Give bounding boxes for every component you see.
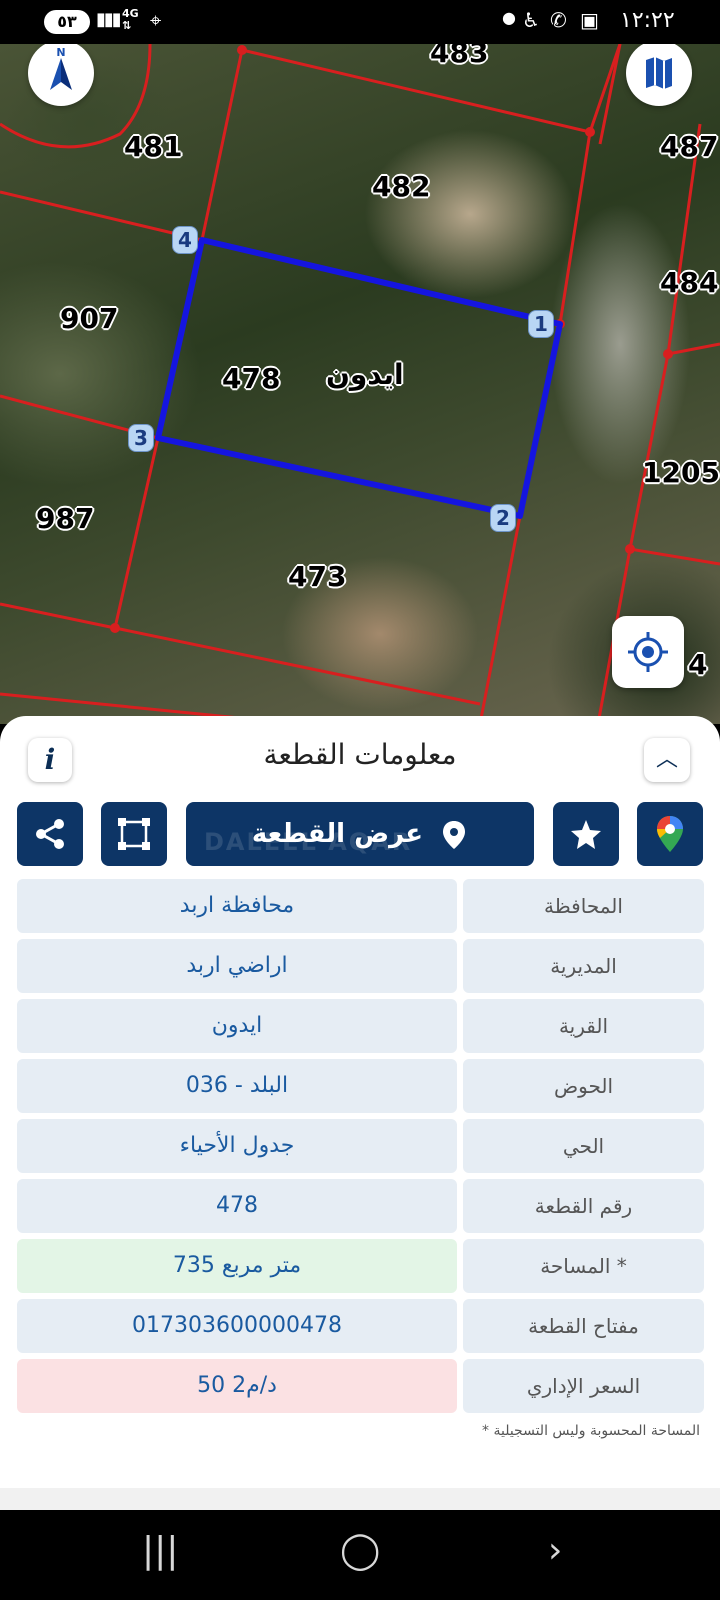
clock: ١٢:٢٢ xyxy=(620,8,675,33)
show-parcel-label: عرض القطعة xyxy=(251,819,424,849)
share-button[interactable] xyxy=(17,802,83,866)
sheet-title: معلومات القطعة xyxy=(263,738,457,771)
row-value: 017303600000478 xyxy=(17,1299,457,1353)
area-footnote: * المساحة المحسوبة وليس التسجيلية xyxy=(482,1423,700,1439)
row-value: 735 متر مربع xyxy=(17,1239,457,1293)
parcel-info-sheet: i معلومات القطعة ︿ DALEEL AQAR عرض القطع… xyxy=(0,716,720,1508)
parcel-info-table: محافظة اربد المحافظة اراضي اربد المديرية ايد… xyxy=(17,879,704,1419)
vertex-marker-1[interactable]: 1 xyxy=(528,310,554,338)
share-icon xyxy=(36,819,64,849)
screenshot-icon: ▣ xyxy=(580,8,599,32)
crosshair-icon xyxy=(628,632,668,672)
compass-button[interactable]: N xyxy=(28,44,94,106)
location-pin-icon xyxy=(443,820,466,849)
parcel-label-478: 478 xyxy=(222,362,281,395)
chevron-up-icon: ︿ xyxy=(655,747,678,772)
show-parcel-button[interactable]: DALEEL AQAR عرض القطعة xyxy=(186,802,534,866)
system-nav-bar: ||| ◯ › xyxy=(0,1510,720,1600)
row-label: السعر الإداري xyxy=(463,1359,704,1413)
north-arrow-icon: N xyxy=(50,46,72,90)
parcel-label-987: 987 xyxy=(36,502,95,535)
table-row: ايدون القرية xyxy=(17,999,704,1053)
info-icon: i xyxy=(44,743,56,776)
row-value: 50 د/م2 xyxy=(17,1359,457,1413)
parcel-label-482: 482 xyxy=(372,170,431,203)
back-icon[interactable]: › xyxy=(548,1530,562,1571)
table-row: 735 متر مربع المساحة * xyxy=(17,1239,704,1293)
map-layers-button[interactable] xyxy=(626,44,692,106)
collapse-button[interactable]: ︿ xyxy=(644,738,690,782)
parcel-label-487: 487 xyxy=(660,130,719,163)
row-label: المساحة * xyxy=(463,1239,704,1293)
table-row: 50 د/م2 السعر الإداري xyxy=(17,1359,704,1413)
polygon-shape-icon xyxy=(118,818,150,850)
satellite-map[interactable]: 483 481 482 487 484 907 478 ايدون 1205 9… xyxy=(0,44,720,724)
star-icon xyxy=(571,820,601,849)
map-icon xyxy=(646,57,672,89)
home-icon[interactable]: ◯ xyxy=(340,1530,380,1571)
whatsapp-icon: ✆ xyxy=(550,8,567,32)
bottom-tab-strip xyxy=(0,1488,720,1512)
svg-text:N: N xyxy=(56,46,65,59)
row-value: البلد - 036 xyxy=(17,1059,457,1113)
notification-dot-icon: ● xyxy=(502,8,516,27)
village-label: ايدون xyxy=(326,358,404,391)
row-value: جدول الأحياء xyxy=(17,1119,457,1173)
network-type: 4G ⇅ xyxy=(122,7,139,32)
sheet-header: i معلومات القطعة ︿ xyxy=(0,716,720,786)
parcel-label-483: 483 xyxy=(430,44,489,69)
draw-parcel-button[interactable] xyxy=(101,802,167,866)
signal-icon: ▮▮▮ xyxy=(96,9,122,30)
accessibility-icon: ♿ xyxy=(522,8,540,32)
row-label: الحوض xyxy=(463,1059,704,1113)
status-bar: ٥٣ ▮▮▮ 4G ⇅ ⌖ ● ♿ ✆ ▣ ١٢:٢٢ xyxy=(0,0,720,44)
parcel-label-1205: 1205 xyxy=(642,456,720,489)
table-row: محافظة اربد المحافظة xyxy=(17,879,704,933)
parcel-label-edge: 4 xyxy=(688,648,708,681)
parcel-label-481: 481 xyxy=(124,130,183,163)
row-label: المديرية xyxy=(463,939,704,993)
row-label: القرية xyxy=(463,999,704,1053)
row-label: المحافظة xyxy=(463,879,704,933)
vertex-marker-3[interactable]: 3 xyxy=(128,424,154,452)
row-value: محافظة اربد xyxy=(17,879,457,933)
my-location-button[interactable] xyxy=(612,616,684,688)
table-row: جدول الأحياء الحي xyxy=(17,1119,704,1173)
row-value: ايدون xyxy=(17,999,457,1053)
row-label: الحي xyxy=(463,1119,704,1173)
row-label: رقم القطعة xyxy=(463,1179,704,1233)
vertex-marker-2[interactable]: 2 xyxy=(490,504,516,532)
row-value: 478 xyxy=(17,1179,457,1233)
recents-icon[interactable]: ||| xyxy=(142,1530,178,1571)
table-row: 478 رقم القطعة xyxy=(17,1179,704,1233)
row-label: مفتاح القطعة xyxy=(463,1299,704,1353)
table-row: 017303600000478 مفتاح القطعة xyxy=(17,1299,704,1353)
battery-indicator: ٥٣ xyxy=(44,10,90,34)
row-value: اراضي اربد xyxy=(17,939,457,993)
vertex-marker-4[interactable]: 4 xyxy=(172,226,198,254)
favorite-button[interactable] xyxy=(553,802,619,866)
info-button[interactable]: i xyxy=(28,738,72,782)
google-maps-icon xyxy=(657,816,683,852)
parcel-label-484: 484 xyxy=(660,266,719,299)
parcel-label-473: 473 xyxy=(288,560,347,593)
parcel-label-907: 907 xyxy=(60,302,119,335)
location-icon: ⌖ xyxy=(150,8,162,32)
table-row: البلد - 036 الحوض xyxy=(17,1059,704,1113)
table-row: اراضي اربد المديرية xyxy=(17,939,704,993)
action-toolbar: DALEEL AQAR عرض القطعة xyxy=(0,802,720,866)
google-maps-button[interactable] xyxy=(637,802,703,866)
